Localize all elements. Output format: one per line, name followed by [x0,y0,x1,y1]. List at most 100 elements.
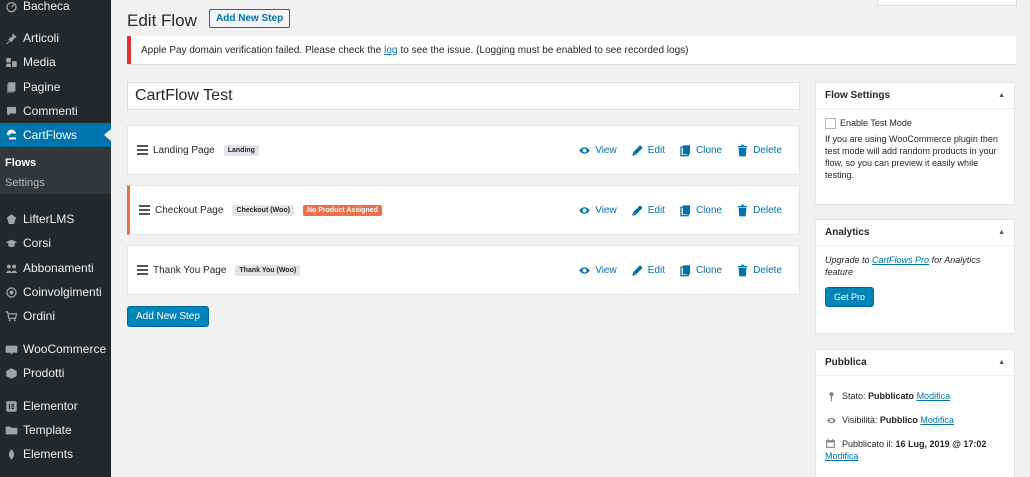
analytics-header[interactable]: Analytics ▲ [816,220,1014,246]
sidebar-item-pagine[interactable]: Pagine [0,75,111,99]
delete-action[interactable]: Delete [736,204,782,217]
sidebar-item-cartflows[interactable]: CartFlows [0,123,111,147]
notice-text-after: to see the issue. (Logging must be enabl… [400,44,689,56]
drag-handle-icon[interactable] [137,265,148,275]
clone-icon [679,204,692,217]
sidebar-item-media[interactable]: Media [0,50,111,74]
sidebar-item-corsi[interactable]: Corsi [0,231,111,255]
graduation-cap-icon [4,236,18,250]
collapse-arrow-icon[interactable]: ▲ [998,229,1005,236]
eye-icon [825,414,837,426]
clone-icon [679,264,692,277]
delete-action[interactable]: Delete [736,264,782,277]
engagement-icon [4,285,18,299]
flow-title-input[interactable]: CartFlow Test [127,82,800,110]
publish-title: Pubblica [825,357,867,368]
clone-action[interactable]: Clone [679,204,722,217]
test-mode-description: If you are using WooCommerce plugin then… [825,134,998,180]
sidebar-item-bacheca[interactable]: Bacheca [0,0,111,18]
submenu-item-settings[interactable]: Settings [5,177,45,189]
step-type-badge: Landing [223,144,259,156]
active-indicator [104,129,111,141]
edit-action[interactable]: Edit [631,264,665,277]
sidebar-item-ordini[interactable]: Ordini [0,304,111,328]
sidebar-item-elements[interactable]: Elements [0,442,111,466]
add-new-step-button-top[interactable]: Add New Step [209,9,291,28]
analytics-upgrade-text: Upgrade to CartFlows Pro for Analytics f… [825,255,981,277]
pencil-icon [631,204,644,217]
view-action[interactable]: View [578,204,617,217]
sidebar-item-elementor[interactable]: Elementor [0,394,111,418]
products-icon [4,366,18,380]
pin-icon [825,390,837,402]
pin-icon [4,31,18,45]
sidebar-item-abbonamenti[interactable]: Abbonamenti [0,256,111,280]
pencil-icon [631,144,644,157]
error-notice: Apple Pay domain verification failed. Pl… [127,36,1016,64]
flow-settings-header[interactable]: Flow Settings ▲ [816,83,1014,109]
status-row: Stato: Pubblicato Modifica [825,390,1005,402]
search-box-edge[interactable] [877,0,1017,6]
edit-action[interactable]: Edit [631,204,665,217]
analytics-title: Analytics [825,227,870,238]
submenu-item-flows[interactable]: Flows [5,157,36,169]
add-new-step-button[interactable]: Add New Step [127,306,209,327]
delete-action[interactable]: Delete [736,144,782,157]
status-edit-link[interactable]: Modifica [917,390,951,402]
date-edit-link[interactable]: Modifica [825,451,859,461]
comments-icon [4,104,18,118]
view-action[interactable]: View [578,264,617,277]
notice-log-link[interactable]: log [384,45,397,56]
step-actions: View Edit Clone Delete [578,186,782,234]
flow-settings-box: Flow Settings ▲ Enable Test Mode If you … [815,82,1015,205]
cart-icon [4,309,18,323]
test-mode-label[interactable]: Enable Test Mode [840,117,912,129]
step-row-checkout: Checkout Page Checkout (Woo) No Product … [127,185,800,235]
step-type-badge: Thank You (Woo) [235,264,301,276]
eye-icon [578,204,591,217]
get-pro-button[interactable]: Get Pro [825,287,875,307]
group-icon [4,261,18,275]
flow-settings-content: Enable Test Mode If you are using WooCom… [816,109,1014,189]
step-actions: View Edit Clone Delete [578,126,782,174]
publish-content: Stato: Pubblicato Modifica Visibilità: P… [816,376,1014,470]
sidebar-item-woocommerce[interactable]: WooCommerce [0,337,111,361]
sidebar-item-prodotti[interactable]: Prodotti [0,361,111,385]
step-actions: View Edit Clone Delete [578,246,782,294]
step-title[interactable]: Landing Page [153,145,215,156]
sidebar-item-template[interactable]: Template [0,418,111,442]
test-mode-row: Enable Test Mode [825,117,1005,129]
step-title[interactable]: Thank You Page [153,265,226,276]
eye-icon [578,264,591,277]
step-row-landing: Landing Page Landing View Edit Clone Del… [127,125,800,175]
sidebar-item-articoli[interactable]: Articoli [0,26,111,50]
publish-header[interactable]: Pubblica ▲ [816,350,1014,376]
pages-icon [4,80,18,94]
woocommerce-icon [4,342,18,356]
no-product-warning-badge: No Product Assigned [302,204,382,216]
pencil-icon [631,264,644,277]
drag-handle-icon[interactable] [137,145,148,155]
clone-action[interactable]: Clone [679,264,722,277]
step-title[interactable]: Checkout Page [155,205,223,216]
view-action[interactable]: View [578,144,617,157]
cartflows-pro-link[interactable]: CartFlows Pro [872,255,929,265]
collapse-arrow-icon[interactable]: ▲ [998,92,1005,99]
visibility-edit-link[interactable]: Modifica [920,414,954,426]
dashboard-icon [4,0,18,13]
collapse-arrow-icon[interactable]: ▲ [998,359,1005,366]
test-mode-checkbox[interactable] [825,117,836,129]
clone-action[interactable]: Clone [679,144,722,157]
trash-icon [736,264,749,277]
flow-settings-title: Flow Settings [825,90,890,101]
calendar-icon [825,438,837,450]
sidebar-item-commenti[interactable]: Commenti [0,99,111,123]
cartflows-submenu: Flows Settings [0,148,111,194]
trash-icon [736,144,749,157]
drag-handle-icon[interactable] [139,205,150,215]
edit-action[interactable]: Edit [631,144,665,157]
admin-sidebar: Bacheca Articoli Media Pagine Commenti C… [0,0,111,477]
elements-icon [4,447,18,461]
sidebar-item-coinvolgimenti[interactable]: Coinvolgimenti [0,280,111,304]
sidebar-item-lifterlms[interactable]: LifterLMS [0,207,111,231]
